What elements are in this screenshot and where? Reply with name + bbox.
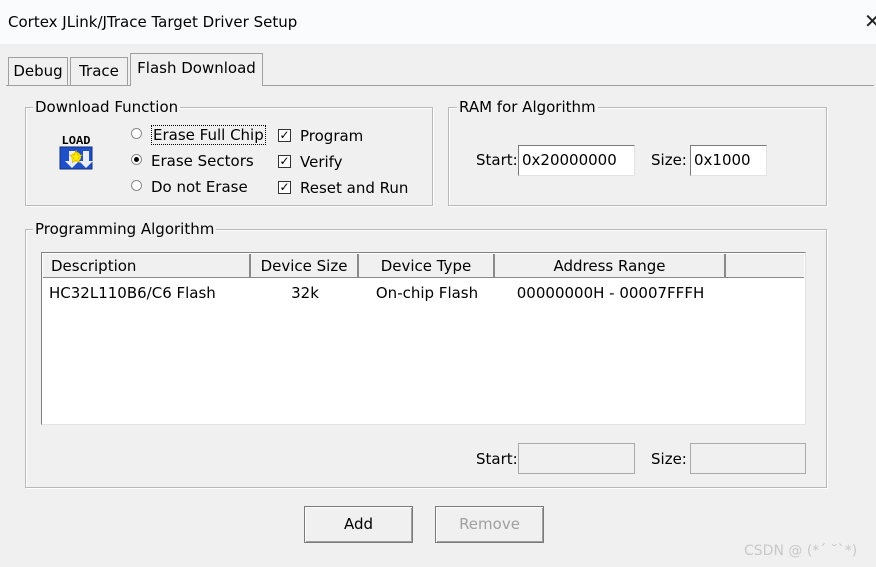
download-function-legend: Download Function — [33, 98, 181, 116]
row-device-type[interactable]: On-chip Flash — [359, 284, 495, 302]
tab-debug[interactable]: Debug — [8, 57, 68, 85]
algorithm-start-label: Start: — [476, 450, 518, 468]
ram-start-input[interactable]: 0x20000000 — [518, 145, 635, 176]
watermark: CSDN @ (*´ ˘`*) — [744, 543, 858, 559]
ram-start-label: Start: — [476, 151, 518, 169]
tab-trace[interactable]: Trace — [70, 57, 128, 85]
reset-and-run-checkbox[interactable]: ✓ — [278, 181, 291, 194]
ram-size-input[interactable]: 0x1000 — [690, 145, 767, 176]
erase-sectors-label[interactable]: Erase Sectors — [151, 152, 254, 170]
erase-sectors-radio[interactable] — [131, 154, 142, 165]
do-not-erase-radio[interactable] — [131, 180, 142, 191]
add-button[interactable]: Add — [304, 506, 413, 543]
program-label[interactable]: Program — [300, 127, 363, 145]
row-device-size[interactable]: 32k — [251, 284, 359, 302]
do-not-erase-label[interactable]: Do not Erase — [151, 178, 248, 196]
row-description[interactable]: HC32L110B6/C6 Flash — [49, 284, 216, 302]
verify-checkbox[interactable]: ✓ — [278, 155, 291, 168]
column-header-address-range[interactable]: Address Range — [495, 254, 726, 278]
erase-full-chip-radio[interactable] — [131, 128, 142, 139]
close-icon[interactable]: ✕ — [864, 10, 876, 32]
erase-full-chip-label[interactable]: Erase Full Chip — [151, 125, 266, 145]
column-header-device-type[interactable]: Device Type — [359, 254, 495, 278]
ram-for-algorithm-legend: RAM for Algorithm — [457, 98, 598, 116]
algorithm-size-input[interactable] — [690, 443, 806, 474]
column-header-device-size[interactable]: Device Size — [251, 254, 359, 278]
program-checkbox[interactable]: ✓ — [278, 129, 291, 142]
ram-size-label: Size: — [651, 151, 687, 169]
column-header-description[interactable]: Description — [43, 254, 251, 278]
algorithm-size-label: Size: — [651, 450, 687, 468]
reset-and-run-label[interactable]: Reset and Run — [300, 179, 408, 197]
algorithm-start-input[interactable] — [518, 443, 635, 474]
programming-algorithm-legend: Programming Algorithm — [33, 220, 217, 238]
verify-label[interactable]: Verify — [300, 153, 343, 171]
load-icon: LOAD — [55, 131, 97, 171]
remove-button[interactable]: Remove — [435, 506, 544, 543]
column-header-filler — [726, 254, 804, 278]
load-icon-text: LOAD — [62, 134, 91, 148]
row-address-range[interactable]: 00000000H - 00007FFFH — [495, 284, 726, 302]
tab-flash-download[interactable]: Flash Download — [130, 53, 263, 86]
window-title: Cortex JLink/JTrace Target Driver Setup — [8, 13, 298, 31]
